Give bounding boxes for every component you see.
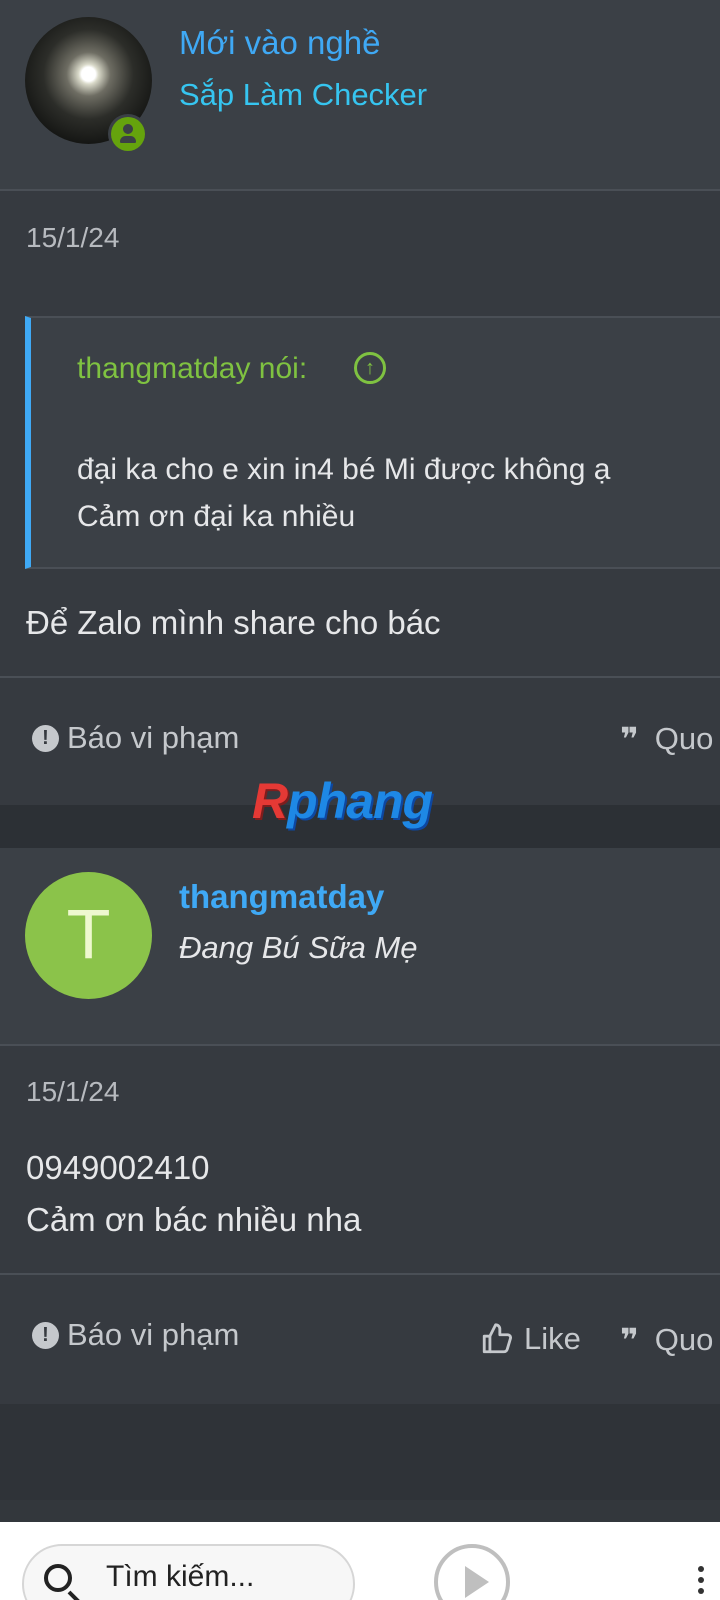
section-gap: [0, 1500, 720, 1522]
avatar[interactable]: T: [25, 872, 152, 999]
search-icon: [44, 1564, 72, 1592]
post-date[interactable]: 15/1/24: [26, 222, 119, 254]
play-button[interactable]: [434, 1544, 510, 1600]
quote-label: Quo: [654, 721, 714, 756]
report-label: Báo vi phạm: [67, 1317, 240, 1352]
like-button[interactable]: Like: [480, 1321, 581, 1357]
post-2: T thangmatday Đang Bú Sữa Mẹ 15/1/24 094…: [0, 848, 720, 1404]
exclamation-circle-icon: !: [32, 724, 59, 752]
search-placeholder: Tìm kiếm...: [106, 1560, 255, 1593]
quote-block: thangmatday nói: ↑ đại ka cho e xin in4 …: [25, 316, 720, 569]
quote-author[interactable]: thangmatday nói:: [77, 352, 307, 386]
quote-line: đại ka cho e xin in4 bé Mi được không ạ: [77, 453, 611, 486]
quote-icon: ❞: [620, 1322, 639, 1358]
post-1: Mới vào nghề Sắp Làm Checker 15/1/24 tha…: [0, 0, 720, 805]
quote-body: đại ka cho e xin in4 bé Mi được không ạ …: [77, 446, 707, 540]
quote-label: Quo: [654, 1322, 714, 1357]
username[interactable]: thangmatday: [179, 878, 384, 916]
section-gap: [0, 1404, 720, 1500]
report-button[interactable]: ! Báo vi phạm: [32, 720, 239, 756]
online-status-icon: [108, 114, 148, 154]
quote-button[interactable]: ❞ Quo: [620, 720, 713, 758]
quote-header: thangmatday nói: ↑: [31, 318, 720, 422]
report-label: Báo vi phạm: [67, 720, 240, 755]
post-message: 0949002410 Cảm ơn bác nhiều nha: [26, 1142, 361, 1246]
quote-button[interactable]: ❞ Quo: [620, 1321, 713, 1359]
quote-icon: ❞: [620, 721, 639, 757]
watermark-logo: Rphang: [252, 773, 433, 829]
message-line: Để Zalo mình share cho bác: [26, 604, 441, 641]
like-label: Like: [524, 1321, 581, 1356]
post-message: Để Zalo mình share cho bác: [26, 597, 441, 649]
post-date[interactable]: 15/1/24: [26, 1076, 119, 1108]
username[interactable]: Mới vào nghề: [179, 24, 380, 62]
user-header: Mới vào nghề Sắp Làm Checker: [0, 0, 720, 191]
thumbs-up-icon: [480, 1322, 514, 1356]
search-input[interactable]: Tìm kiếm...: [22, 1544, 355, 1600]
exclamation-circle-icon: !: [32, 1321, 59, 1349]
message-line: 0949002410: [26, 1149, 210, 1186]
user-title: Đang Bú Sữa Mẹ: [179, 930, 418, 965]
arrow-up-circle-icon[interactable]: ↑: [354, 352, 386, 384]
user-title: Sắp Làm Checker: [179, 77, 428, 112]
dots-grid-icon[interactable]: [698, 1566, 718, 1596]
quote-line: Cảm ơn đại ka nhiều: [77, 500, 356, 533]
action-bar: ! Báo vi phạm Like ❞ Quo: [0, 1273, 720, 1404]
message-line: Cảm ơn bác nhiều nha: [26, 1201, 362, 1238]
report-button[interactable]: ! Báo vi phạm: [32, 1317, 239, 1353]
user-header: T thangmatday Đang Bú Sữa Mẹ: [0, 848, 720, 1046]
bottom-toolbar: Tìm kiếm...: [0, 1522, 720, 1600]
